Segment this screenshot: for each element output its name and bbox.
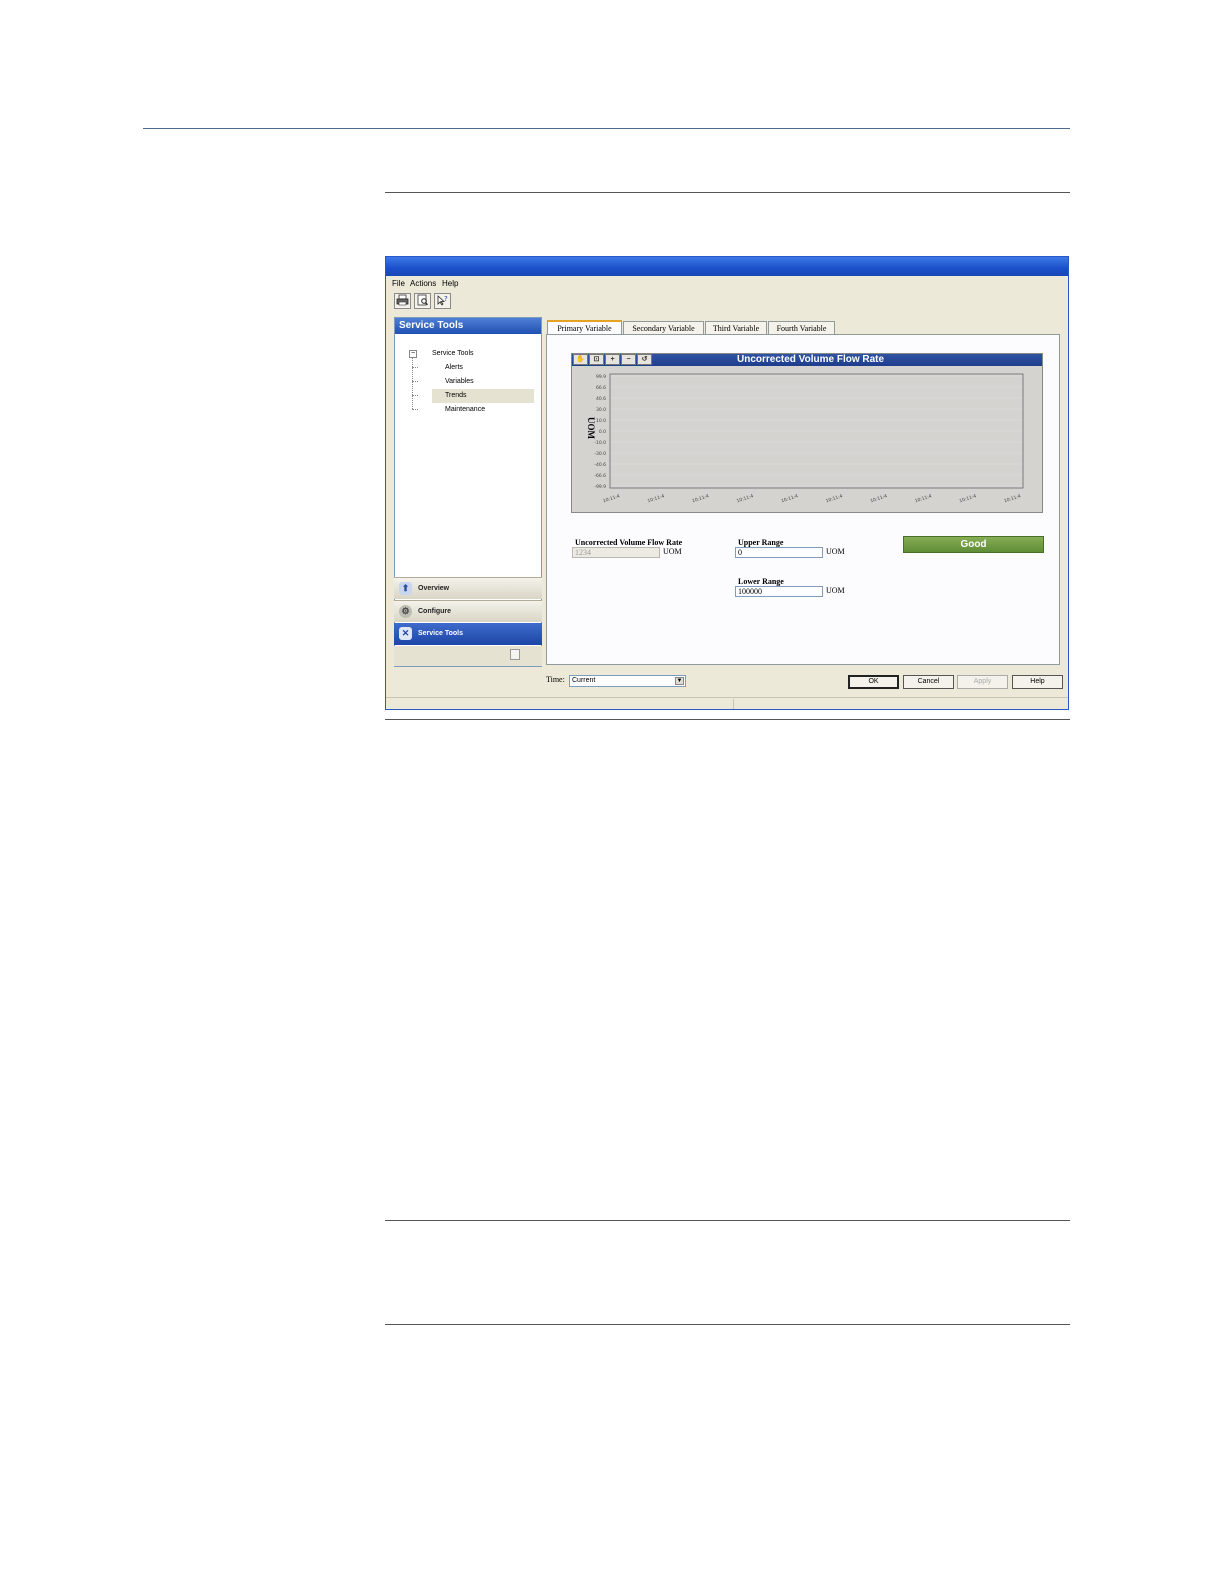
- note-bottom-rule: [385, 1324, 1070, 1325]
- upper-range-label: Upper Range: [738, 538, 784, 547]
- y-tick-label: -10.0: [594, 440, 606, 446]
- reset-view-icon[interactable]: ↺: [637, 354, 652, 365]
- application-window: File Actions Help ? Service Tools − Serv…: [385, 256, 1069, 710]
- menu-file[interactable]: File: [392, 279, 405, 288]
- x-tick-label: 10:11:4: [780, 493, 798, 504]
- tab-primary-variable[interactable]: Primary Variable: [547, 320, 622, 335]
- apply-button: Apply: [957, 675, 1008, 689]
- service-tools-icon: ✕: [399, 627, 412, 640]
- menu-help[interactable]: Help: [442, 279, 458, 288]
- chart-plot-area: UOM 99.9 66.6 40.6 30.0 10.0 0.0 -10.0 -30.0 -40…: [586, 373, 1024, 504]
- chevron-down-icon[interactable]: ▼: [675, 677, 684, 685]
- figure-top-rule: [385, 192, 1070, 193]
- configure-button-label: Configure: [418, 608, 452, 615]
- tree-item-maintenance[interactable]: Maintenance: [445, 406, 485, 413]
- flow-rate-label: Uncorrected Volume Flow Rate: [575, 538, 683, 547]
- time-select-value: Current: [572, 677, 596, 684]
- tab-secondary-variable[interactable]: Secondary Variable: [623, 321, 704, 334]
- zoom-out-icon[interactable]: −: [621, 354, 636, 365]
- nav-header-title: Service Tools: [395, 318, 541, 334]
- x-axis-ticks: 10:11:4 10:11:4 10:11:4 10:11:4 10:11:4 10:11…: [602, 493, 1021, 504]
- configure-button[interactable]: ⚙ Configure: [394, 600, 542, 622]
- page-header-rule: [143, 128, 1070, 129]
- help-context-icon[interactable]: ?: [434, 293, 451, 309]
- overview-button-label: Overview: [418, 585, 450, 592]
- tree-connector: [412, 357, 413, 409]
- y-tick-label: 40.6: [596, 396, 606, 402]
- chart-titlebar: ✋ ⊡ + − ↺ Uncorrected Volume Flow Rate: [572, 354, 1042, 366]
- x-tick-label: 10:11:4: [736, 493, 754, 504]
- service-tools-button[interactable]: ✕ Service Tools: [394, 623, 542, 645]
- overview-icon: ⬆: [399, 582, 412, 595]
- flow-rate-field: 1234: [572, 547, 660, 558]
- menu-bar: File Actions Help: [386, 276, 1068, 290]
- service-tools-button-label: Service Tools: [418, 630, 464, 637]
- overview-button[interactable]: ⬆ Overview: [394, 577, 542, 599]
- tree-item-service-tools[interactable]: Service Tools: [432, 350, 474, 357]
- tree-item-variables[interactable]: Variables: [445, 378, 474, 385]
- window-titlebar[interactable]: [386, 257, 1068, 276]
- svg-text:?: ?: [444, 295, 448, 303]
- tree-connector: [412, 395, 418, 396]
- ok-button[interactable]: OK: [848, 675, 899, 689]
- trend-chart: ✋ ⊡ + − ↺ Uncorrected Volume Flow Rate U…: [571, 353, 1043, 513]
- tree-item-alerts[interactable]: Alerts: [445, 364, 463, 371]
- menu-actions[interactable]: Actions: [410, 279, 436, 288]
- time-select[interactable]: Current ▼: [569, 675, 686, 687]
- configure-icon: ⚙: [399, 605, 412, 618]
- cancel-button[interactable]: Cancel: [903, 675, 954, 689]
- status-badge: Good: [903, 536, 1044, 553]
- tree-connector: [412, 367, 418, 368]
- x-tick-label: 10:11:4: [602, 493, 620, 504]
- help-button[interactable]: Help: [1012, 675, 1063, 689]
- x-tick-label: 10:11:4: [870, 493, 888, 504]
- chart-y-axis-label: UOM: [586, 417, 596, 440]
- note-top-rule: [385, 1220, 1070, 1221]
- upper-range-input[interactable]: 0: [735, 547, 823, 558]
- y-tick-label: 99.9: [596, 374, 606, 380]
- upper-range-unit: UOM: [826, 547, 845, 556]
- zoom-in-icon[interactable]: +: [605, 354, 620, 365]
- y-tick-label: 30.0: [596, 407, 606, 413]
- tab-panel: ✋ ⊡ + − ↺ Uncorrected Volume Flow Rate U…: [546, 334, 1060, 665]
- print-icon[interactable]: [394, 293, 411, 309]
- y-tick-label: 10.0: [596, 418, 606, 424]
- y-tick-label: -66.6: [594, 473, 606, 479]
- x-tick-label: 10:11:4: [647, 493, 665, 504]
- lower-range-input[interactable]: 100000: [735, 586, 823, 597]
- zoom-box-icon[interactable]: ⊡: [589, 354, 604, 365]
- tree-connector: [412, 409, 418, 410]
- chart-gridlines: [610, 375, 1023, 487]
- tree-connector: [412, 381, 418, 382]
- lower-range-unit: UOM: [826, 586, 845, 595]
- time-label: Time:: [546, 675, 565, 684]
- pane-options-icon[interactable]: [510, 649, 520, 660]
- status-bar-separator: [733, 699, 734, 709]
- collapse-toggle[interactable]: −: [409, 350, 417, 358]
- y-tick-label: -30.0: [594, 451, 606, 457]
- x-tick-label: 10:11:4: [1003, 493, 1021, 504]
- y-tick-label: 66.6: [596, 385, 606, 391]
- x-tick-label: 10:11:4: [914, 493, 932, 504]
- tab-third-variable[interactable]: Third Variable: [705, 321, 767, 334]
- y-tick-label: -40.6: [594, 462, 606, 468]
- flow-rate-unit: UOM: [663, 547, 682, 556]
- y-tick-label: 0.0: [599, 429, 606, 435]
- y-tick-label: -99.9: [594, 484, 606, 490]
- x-tick-label: 10:11:4: [959, 493, 977, 504]
- lower-range-label: Lower Range: [738, 577, 784, 586]
- print-preview-icon[interactable]: [414, 293, 431, 309]
- nav-footer: [394, 646, 542, 666]
- tab-fourth-variable[interactable]: Fourth Variable: [768, 321, 835, 334]
- x-tick-label: 10:11:4: [691, 493, 709, 504]
- pan-icon[interactable]: ✋: [573, 354, 588, 365]
- x-tick-label: 10:11:4: [825, 493, 843, 504]
- status-bar: [386, 697, 1068, 709]
- chart-title: Uncorrected Volume Flow Rate: [737, 354, 885, 365]
- figure-bottom-rule: [385, 719, 1070, 720]
- tree-item-trends[interactable]: Trends: [445, 392, 467, 399]
